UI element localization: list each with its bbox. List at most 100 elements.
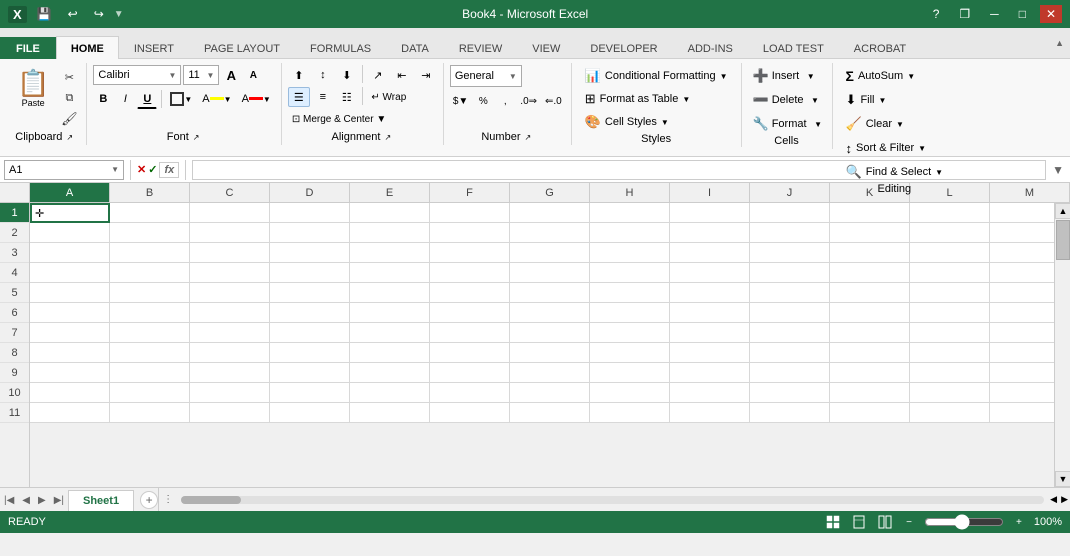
cell-J4[interactable] [750, 263, 830, 283]
comma-btn[interactable]: , [495, 91, 515, 111]
add-sheet-btn[interactable]: + [140, 491, 158, 509]
cell-J2[interactable] [750, 223, 830, 243]
sort-filter-btn[interactable]: ↕ Sort & Filter ▼ [839, 137, 934, 159]
cell-M11[interactable] [990, 403, 1054, 423]
delete-dropdown-btn[interactable]: ▼ [809, 89, 823, 111]
cell-J3[interactable] [750, 243, 830, 263]
tab-formulas[interactable]: FORMULAS [295, 36, 386, 59]
cell-styles-btn[interactable]: 🎨 Cell Styles ▼ [578, 111, 676, 133]
font-name-dropdown[interactable]: Calibri ▼ [93, 65, 181, 85]
cell-H4[interactable] [590, 263, 670, 283]
cell-L1[interactable] [910, 203, 990, 223]
cell-E11[interactable] [350, 403, 430, 423]
cell-A10[interactable] [30, 383, 110, 403]
cell-F9[interactable] [430, 363, 510, 383]
cell-H11[interactable] [590, 403, 670, 423]
name-box[interactable]: A1 ▼ [4, 160, 124, 180]
tab-page-layout[interactable]: PAGE LAYOUT [189, 36, 295, 59]
indent-increase-btn[interactable]: ⇥ [415, 65, 437, 85]
cell-A2[interactable] [30, 223, 110, 243]
cell-D11[interactable] [270, 403, 350, 423]
col-header-D[interactable]: D [270, 183, 350, 202]
insert-dropdown-btn[interactable]: ▼ [804, 65, 818, 87]
cell-C11[interactable] [190, 403, 270, 423]
cell-E6[interactable] [350, 303, 430, 323]
cell-E1[interactable] [350, 203, 430, 223]
cell-I8[interactable] [670, 343, 750, 363]
cell-H10[interactable] [590, 383, 670, 403]
zoom-level[interactable]: 100% [1034, 516, 1062, 528]
help-btn[interactable]: ? [927, 5, 946, 23]
cell-A11[interactable] [30, 403, 110, 423]
underline-button[interactable]: U [137, 89, 157, 109]
bold-button[interactable]: B [93, 89, 113, 109]
cell-D8[interactable] [270, 343, 350, 363]
merge-center-btn[interactable]: ⊡ Merge & Center ▼ [288, 109, 390, 129]
align-center-btn[interactable]: ≡ [312, 87, 334, 107]
col-header-G[interactable]: G [510, 183, 590, 202]
cell-F4[interactable] [430, 263, 510, 283]
tab-load-test[interactable]: LOAD TEST [748, 36, 839, 59]
scroll-track[interactable] [1055, 219, 1070, 471]
tab-review[interactable]: REVIEW [444, 36, 517, 59]
percent-btn[interactable]: % [473, 91, 493, 111]
tab-file[interactable]: FILE [0, 37, 56, 59]
cell-M1[interactable] [990, 203, 1054, 223]
ribbon-collapse-btn[interactable]: ▲ [1049, 28, 1070, 58]
cell-F1[interactable] [430, 203, 510, 223]
redo-btn[interactable]: ↪ [88, 5, 110, 23]
clear-btn[interactable]: 🧹 Clear ▼ [839, 113, 911, 135]
tab-acrobat[interactable]: ACROBAT [839, 36, 921, 59]
decrease-decimal-btn[interactable]: ⇐.0 [542, 91, 565, 111]
cell-L7[interactable] [910, 323, 990, 343]
cell-A8[interactable] [30, 343, 110, 363]
cell-G5[interactable] [510, 283, 590, 303]
cell-M4[interactable] [990, 263, 1054, 283]
col-header-C[interactable]: C [190, 183, 270, 202]
cell-D3[interactable] [270, 243, 350, 263]
cell-A4[interactable] [30, 263, 110, 283]
cell-I9[interactable] [670, 363, 750, 383]
cell-D10[interactable] [270, 383, 350, 403]
cell-K3[interactable] [830, 243, 910, 263]
cell-E4[interactable] [350, 263, 430, 283]
cell-H1[interactable] [590, 203, 670, 223]
cell-F11[interactable] [430, 403, 510, 423]
horizontal-scrollbar[interactable]: ⋮ ◀ ▶ [158, 488, 1070, 511]
tab-add-ins[interactable]: ADD-INS [673, 36, 748, 59]
cell-C6[interactable] [190, 303, 270, 323]
cell-M9[interactable] [990, 363, 1054, 383]
cell-E9[interactable] [350, 363, 430, 383]
cell-C3[interactable] [190, 243, 270, 263]
number-expand-btn[interactable]: ↗ [522, 133, 533, 142]
cell-C4[interactable] [190, 263, 270, 283]
cell-A3[interactable] [30, 243, 110, 263]
cell-G8[interactable] [510, 343, 590, 363]
cell-M6[interactable] [990, 303, 1054, 323]
quick-save-btn[interactable]: 💾 [31, 5, 58, 23]
tab-data[interactable]: DATA [386, 36, 444, 59]
cell-L2[interactable] [910, 223, 990, 243]
cell-D4[interactable] [270, 263, 350, 283]
normal-view-btn[interactable] [824, 513, 842, 531]
row-num-2[interactable]: 2 [0, 223, 29, 243]
cell-K2[interactable] [830, 223, 910, 243]
cell-C7[interactable] [190, 323, 270, 343]
cell-F6[interactable] [430, 303, 510, 323]
clipboard-expand-btn[interactable]: ↗ [64, 133, 75, 142]
format-painter-button[interactable]: 🖌 [58, 109, 80, 129]
row-num-4[interactable]: 4 [0, 263, 29, 283]
cell-B10[interactable] [110, 383, 190, 403]
cell-F7[interactable] [430, 323, 510, 343]
cell-G9[interactable] [510, 363, 590, 383]
scroll-thumb[interactable] [1056, 220, 1070, 260]
cell-F10[interactable] [430, 383, 510, 403]
cell-K8[interactable] [830, 343, 910, 363]
sheet-nav-next[interactable]: ▶ [34, 495, 50, 506]
col-header-B[interactable]: B [110, 183, 190, 202]
cell-E10[interactable] [350, 383, 430, 403]
zoom-slider[interactable] [924, 514, 1004, 530]
cell-M10[interactable] [990, 383, 1054, 403]
cell-L10[interactable] [910, 383, 990, 403]
page-layout-view-btn[interactable] [850, 513, 868, 531]
